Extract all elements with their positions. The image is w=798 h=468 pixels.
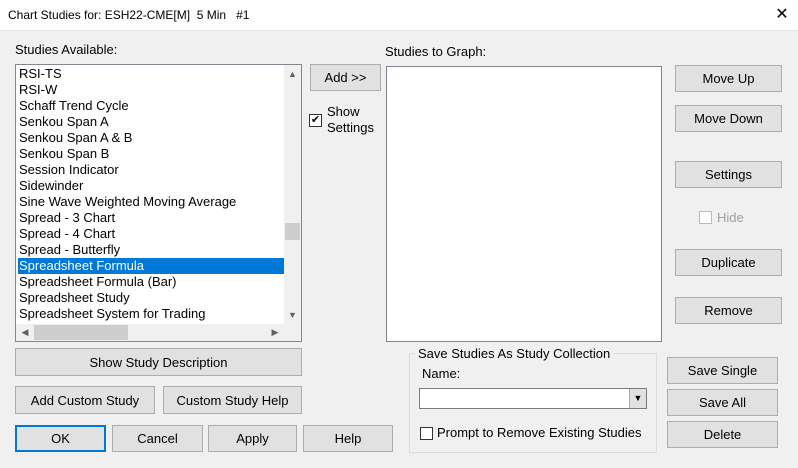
- list-item[interactable]: Spread - 4 Chart: [18, 226, 284, 242]
- studies-to-graph-list[interactable]: [386, 66, 662, 342]
- show-study-description-button[interactable]: Show Study Description: [15, 348, 302, 376]
- scroll-down-icon[interactable]: ▼: [284, 307, 301, 323]
- close-icon[interactable]: ✕: [770, 4, 794, 26]
- list-item[interactable]: Senkou Span B: [18, 146, 284, 162]
- custom-study-help-button[interactable]: Custom Study Help: [163, 386, 302, 414]
- studies-available-label: Studies Available:: [15, 42, 118, 57]
- list-item[interactable]: Sine Wave Weighted Moving Average: [18, 194, 284, 210]
- delete-button[interactable]: Delete: [667, 421, 778, 448]
- list-item[interactable]: Spreadsheet Study: [18, 290, 284, 306]
- vertical-scrollbar[interactable]: ▲ ▼: [284, 65, 301, 324]
- list-item[interactable]: Spread - 3 Chart: [18, 210, 284, 226]
- save-collection-legend: Save Studies As Study Collection: [415, 346, 614, 361]
- show-settings-label: Show Settings: [327, 104, 374, 135]
- list-item[interactable]: Sidewinder: [18, 178, 284, 194]
- scroll-up-icon[interactable]: ▲: [284, 66, 301, 82]
- save-all-button[interactable]: Save All: [667, 389, 778, 416]
- settings-button[interactable]: Settings: [675, 161, 782, 188]
- studies-to-graph-label: Studies to Graph:: [385, 44, 487, 59]
- prompt-remove-label: Prompt to Remove Existing Studies: [437, 425, 642, 440]
- show-settings-checkbox[interactable]: ✔: [309, 114, 322, 127]
- collection-name-combo[interactable]: ▼: [419, 388, 647, 409]
- cancel-button[interactable]: Cancel: [112, 425, 203, 452]
- checkmark-icon: ✔: [310, 114, 321, 126]
- chevron-down-icon[interactable]: ▼: [629, 389, 646, 408]
- list-item[interactable]: Session Indicator: [18, 162, 284, 178]
- scrollbar-corner: [284, 324, 301, 341]
- ok-button[interactable]: OK: [15, 425, 106, 452]
- vertical-scroll-thumb[interactable]: [285, 223, 300, 240]
- hide-checkbox[interactable]: [699, 211, 712, 224]
- window-title: Chart Studies for: ESH22-CME[M] 5 Min #1: [8, 8, 250, 22]
- move-down-button[interactable]: Move Down: [675, 105, 782, 132]
- list-item[interactable]: Schaff Trend Cycle: [18, 98, 284, 114]
- help-button[interactable]: Help: [303, 425, 393, 452]
- list-item[interactable]: Spreadsheet Formula: [18, 258, 284, 274]
- list-item[interactable]: RSI-W: [18, 82, 284, 98]
- add-custom-study-button[interactable]: Add Custom Study: [15, 386, 155, 414]
- prompt-remove-checkbox[interactable]: [420, 427, 433, 440]
- apply-button[interactable]: Apply: [208, 425, 297, 452]
- move-up-button[interactable]: Move Up: [675, 65, 782, 92]
- name-label: Name:: [422, 366, 461, 381]
- duplicate-button[interactable]: Duplicate: [675, 249, 782, 276]
- save-single-button[interactable]: Save Single: [667, 357, 778, 384]
- add-button[interactable]: Add >>: [310, 64, 381, 91]
- scroll-right-icon[interactable]: ▶: [267, 324, 283, 341]
- remove-button[interactable]: Remove: [675, 297, 782, 324]
- list-item[interactable]: RSI-TS: [18, 66, 284, 82]
- hide-label: Hide: [717, 210, 744, 225]
- list-item[interactable]: Spread - Butterfly: [18, 242, 284, 258]
- list-item[interactable]: Senkou Span A & B: [18, 130, 284, 146]
- list-item[interactable]: Senkou Span A: [18, 114, 284, 130]
- studies-available-list[interactable]: RSI-TS RSI-W Schaff Trend Cycle Senkou Span…: [15, 64, 302, 342]
- list-item[interactable]: Spreadsheet Formula (Bar): [18, 274, 284, 290]
- horizontal-scroll-thumb[interactable]: [34, 325, 128, 340]
- list-item[interactable]: Spreadsheet System for Trading: [18, 306, 284, 322]
- horizontal-scrollbar[interactable]: ◀ ▶: [16, 324, 284, 341]
- scroll-left-icon[interactable]: ◀: [17, 324, 33, 341]
